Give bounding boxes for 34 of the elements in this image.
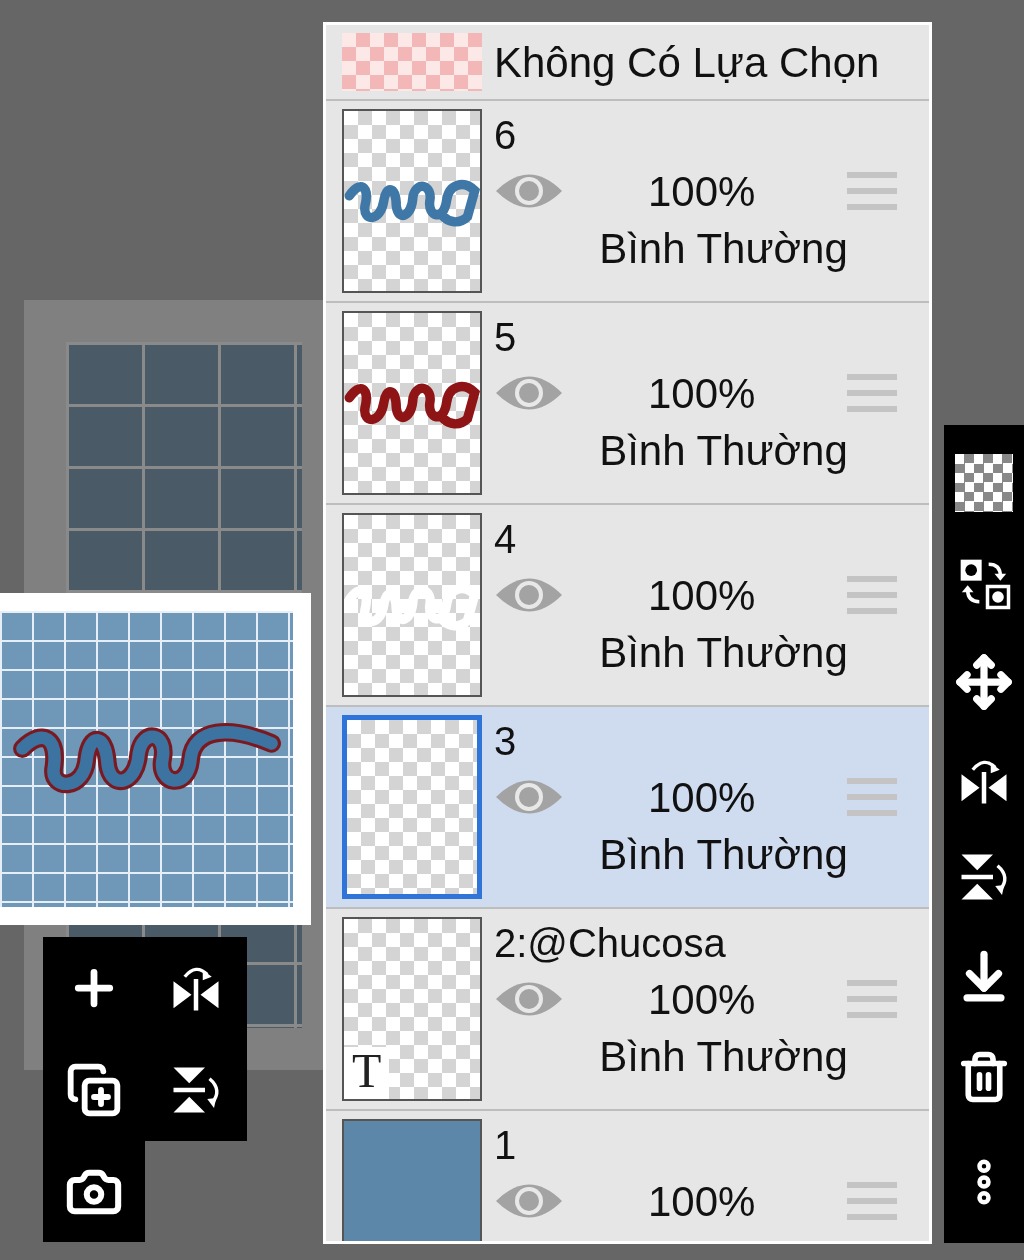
layer-name: 5: [494, 314, 517, 361]
blend-mode[interactable]: Bình Thường: [599, 827, 848, 883]
layer-thumbnail[interactable]: [342, 311, 482, 495]
blend-mode[interactable]: Bình Thường: [599, 221, 848, 277]
layer-thumbnail[interactable]: [342, 109, 482, 293]
layer-opacity: 100%: [648, 166, 756, 217]
drag-handle-icon[interactable]: [847, 171, 897, 211]
layer-thumbnail[interactable]: T: [342, 917, 482, 1101]
move-icon[interactable]: [955, 653, 1013, 712]
layer-name: 6: [494, 112, 517, 159]
drag-handle-icon[interactable]: [847, 1181, 897, 1221]
layer-thumbnail[interactable]: [342, 715, 482, 899]
selection-label: Không Có Lựa Chọn: [494, 37, 880, 88]
layer-opacity: 100%: [648, 368, 756, 419]
layer-thumbnail[interactable]: [342, 513, 482, 697]
new-layer-icon[interactable]: [66, 1061, 122, 1118]
layer-opacity: 100%: [648, 974, 756, 1025]
text-layer-badge: T: [344, 1047, 390, 1099]
layer-row[interactable]: 3 100% Bình Thường: [326, 707, 929, 909]
transparent-background-icon[interactable]: [955, 454, 1013, 513]
layer-name: 2:@Chucosa: [494, 920, 726, 967]
drag-handle-icon[interactable]: [847, 373, 897, 413]
blend-mode[interactable]: Bình Thường: [599, 423, 848, 479]
layer-name: 4: [494, 516, 517, 563]
layer-opacity: 100%: [648, 570, 756, 621]
layer-opacity: 100%: [648, 772, 756, 823]
layer-name: 3: [494, 718, 517, 765]
blend-mode[interactable]: Bình Thường: [599, 1029, 848, 1085]
layer-opacity: 100%: [648, 1176, 756, 1227]
drag-handle-icon[interactable]: [847, 575, 897, 615]
layer-name: 1: [494, 1122, 517, 1169]
drag-handle-icon[interactable]: [847, 979, 897, 1019]
blend-mode[interactable]: Bình Thường: [599, 625, 848, 681]
drag-handle-icon[interactable]: [847, 777, 897, 817]
